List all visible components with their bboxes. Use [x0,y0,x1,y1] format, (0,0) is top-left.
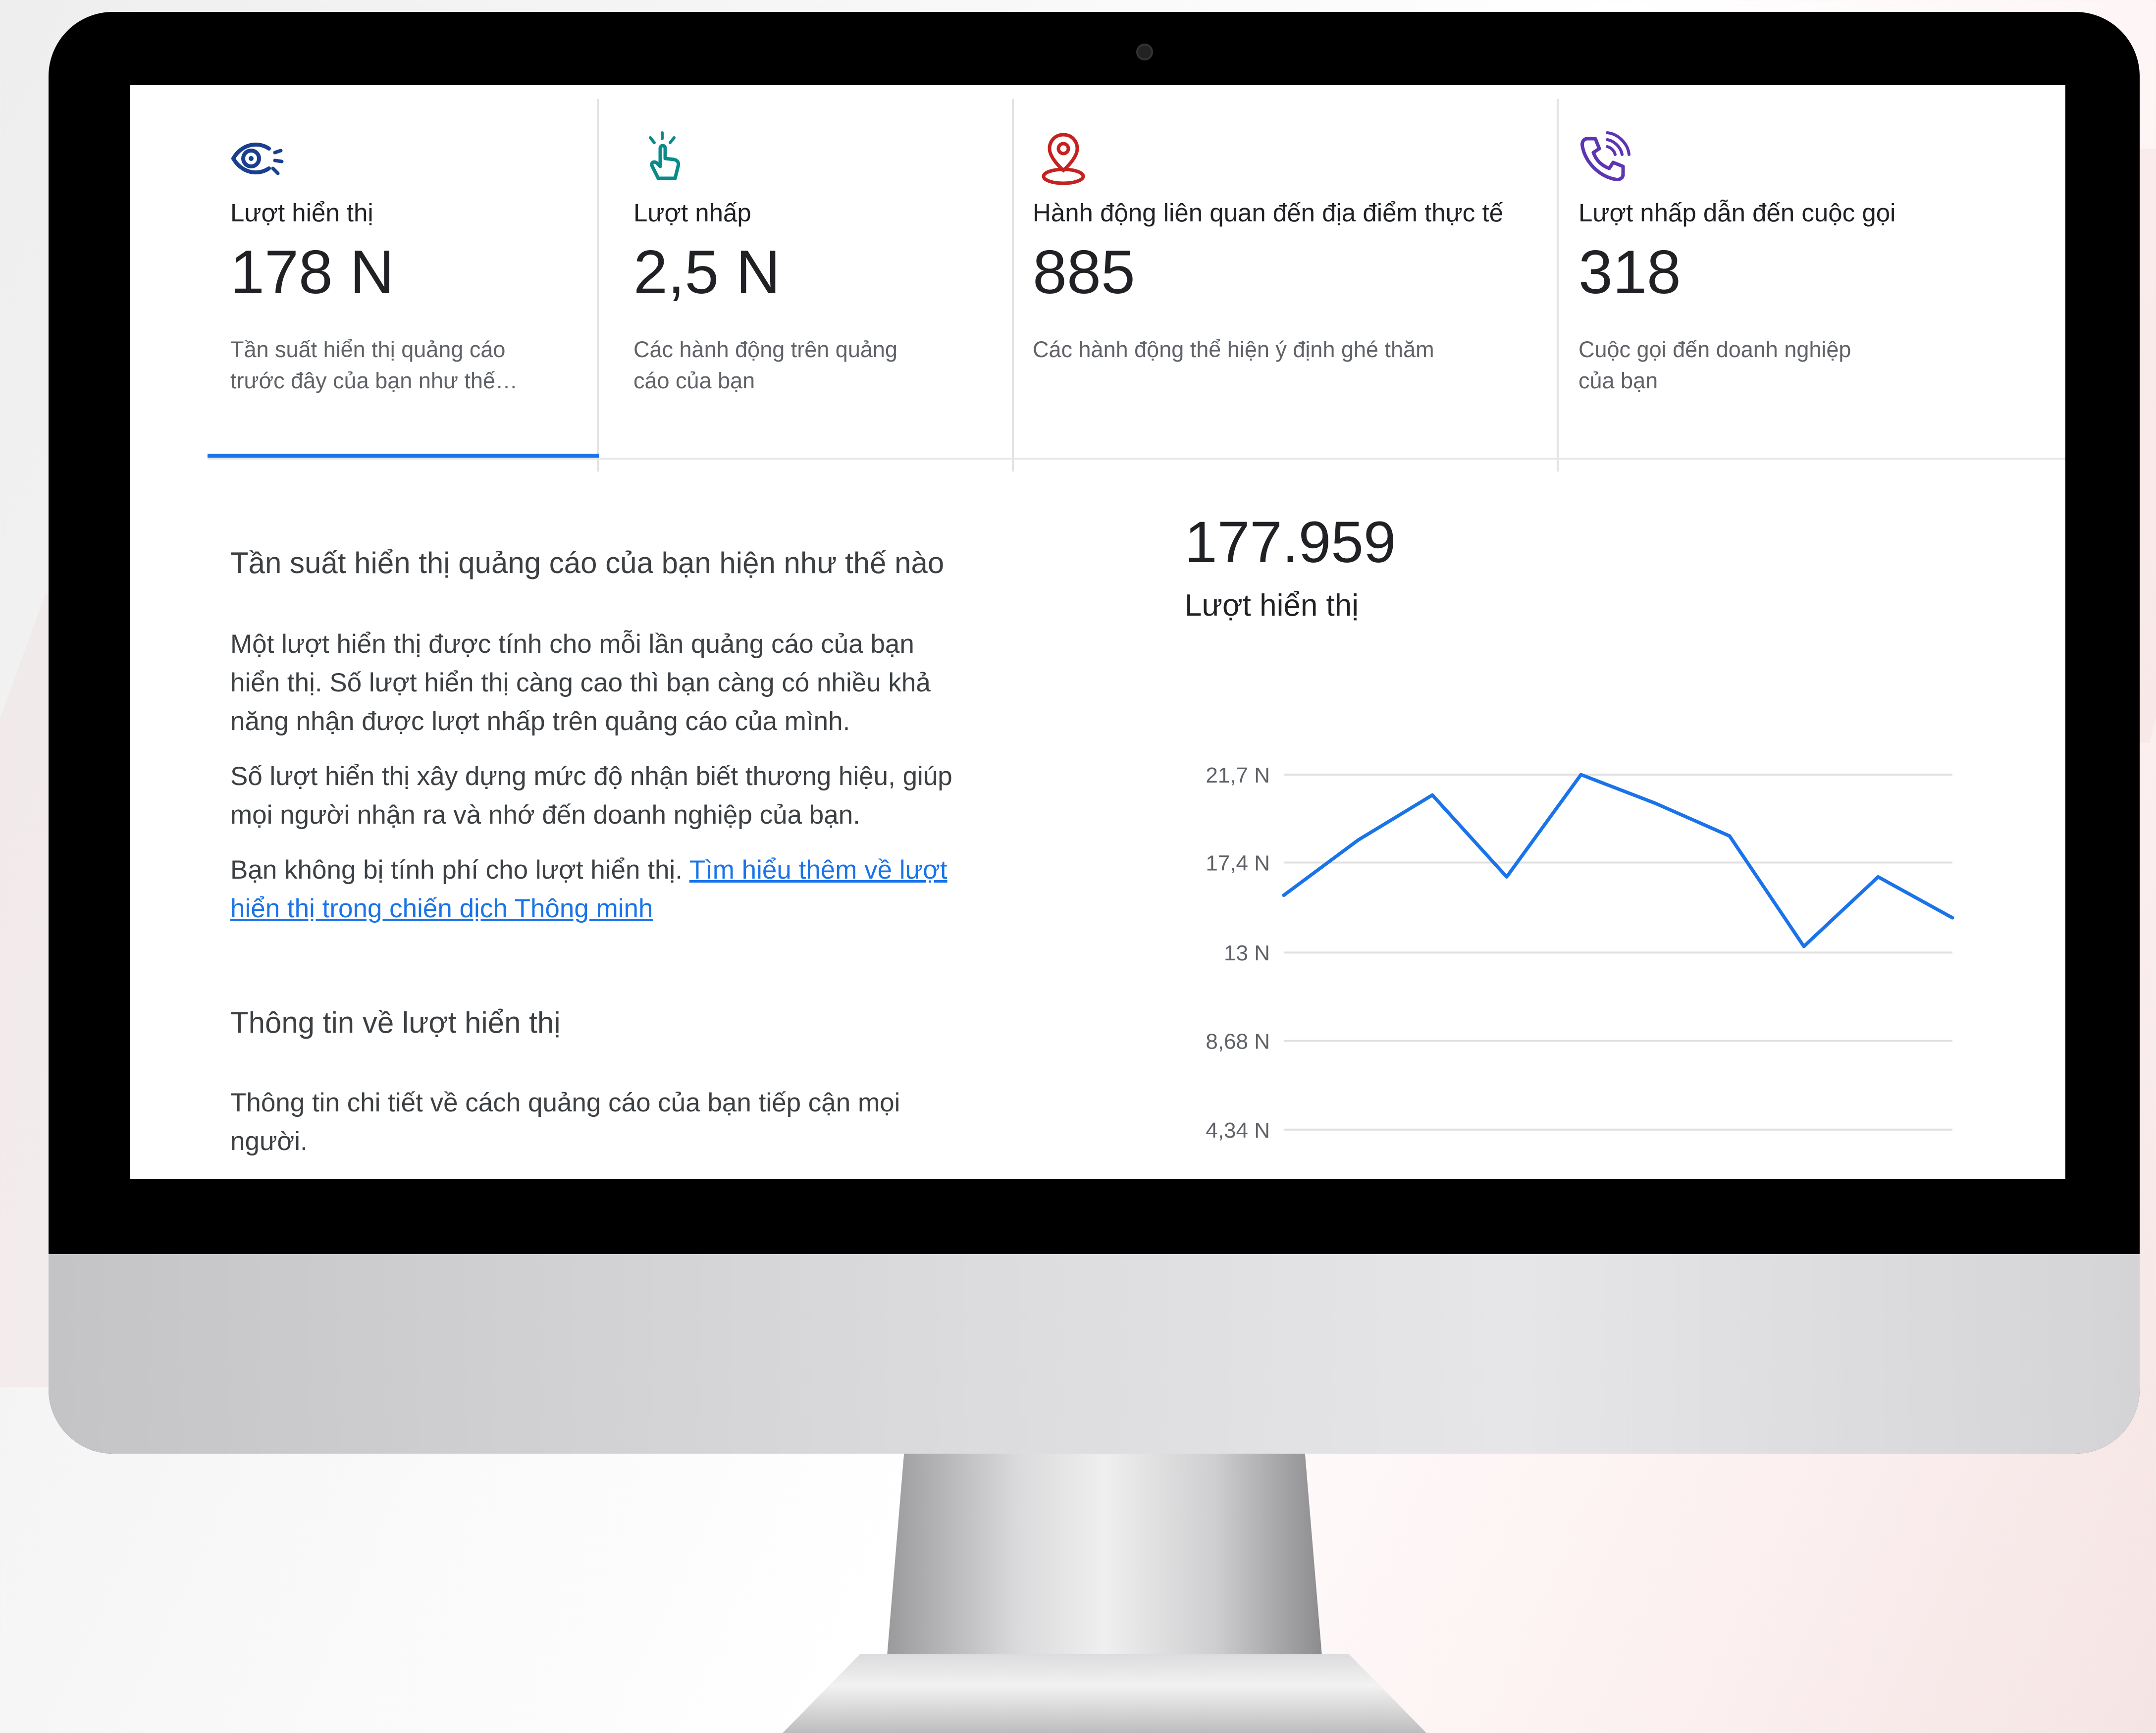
impressions-info-paragraph: Thông tin chi tiết về cách quảng cáo của… [230,1084,1023,1161]
metric-label: Lượt hiển thị [230,199,373,227]
metric-card-call-clicks[interactable]: Lượt nhấp dẫn đến cuộc gọi 318 Cuộc gọi … [1559,99,2065,472]
monitor-stand-neck [887,1454,1322,1662]
metric-label: Lượt nhấp [633,199,751,227]
metric-description-line: trước đây của bạn như thế… [230,368,518,393]
info-line: Thông tin chi tiết về cách quảng cáo của… [230,1088,900,1117]
eye-icon [231,142,284,175]
y-tick-label: 4,34 N [1206,1118,1270,1143]
impressions-info-title: Thông tin về lượt hiển thị [230,1006,561,1039]
metric-description: Cuộc gọi đến doanh nghiệp của bạn [1578,334,1851,396]
series-line [1282,773,1954,948]
y-tick-label: 21,7 N [1206,763,1270,788]
info-line: Một lượt hiển thị được tính cho mỗi lần … [230,630,914,659]
monitor-chin [49,1254,2140,1454]
location-pin-icon [1042,133,1085,185]
total-impressions: 177.959 [1185,510,1396,575]
metric-value: 2,5 N [633,238,781,307]
chart-title: Lượt hiển thị [1185,588,1359,623]
metric-description-line: của bạn [1578,368,1658,393]
info-line: người. [230,1127,308,1156]
metric-value: 885 [1033,238,1135,307]
metric-label: Lượt nhấp dẫn đến cuộc gọi [1578,199,1896,227]
metric-description-line: Tần suất hiển thị quảng cáo [230,337,506,362]
metric-card-location-actions[interactable]: Hành động liên quan đến địa điểm thực tế… [1014,99,1559,472]
impressions-line-chart: 21,7 N17,4 N13 N8,68 N4,34 N01 th6 th10 … [1206,763,1954,1143]
y-tick-label: 17,4 N [1206,851,1270,876]
active-tab-indicator [208,454,599,458]
phone-call-icon [1580,131,1630,181]
tabs-divider [208,458,2065,460]
metric-card-clicks[interactable]: Lượt nhấp 2,5 N Các hành động trên quảng… [599,99,1014,472]
tap-hand-icon [649,131,681,180]
info-paragraph: Bạn không bị tính phí cho lượt hiển thị.… [230,851,1023,928]
info-line: Số lượt hiển thị xây dựng mức độ nhận bi… [230,762,952,791]
monitor-stand-base [783,1654,1426,1733]
info-paragraph: Số lượt hiển thị xây dựng mức độ nhận bi… [230,757,1023,835]
screen: Lượt hiển thị 178 N Tần suất hiển thị qu… [130,85,2065,1179]
metric-value: 178 N [230,238,394,307]
learn-more-link[interactable]: Tìm hiểu thêm về lượt [689,855,947,885]
metric-label: Hành động liên quan đến địa điểm thực tế [1033,199,1503,227]
info-line: Bạn không bị tính phí cho lượt hiển thị.… [230,851,1023,890]
metric-description: Tần suất hiển thị quảng cáo trước đây củ… [230,334,518,396]
metric-description-line: Các hành động trên quảng [633,337,897,362]
info-paragraph: Một lượt hiển thị được tính cho mỗi lần … [230,625,1023,741]
y-tick-label: 13 N [1224,941,1270,965]
metric-description: Các hành động trên quảng cáo của bạn [633,334,897,396]
metric-value: 318 [1578,238,1681,307]
info-title: Tần suất hiển thị quảng cáo của bạn hiện… [230,546,945,579]
metric-description: Các hành động thể hiện ý định ghé thăm [1033,334,1434,365]
metric-card-impressions[interactable]: Lượt hiển thị 178 N Tần suất hiển thị qu… [208,99,599,472]
metric-description-line: Các hành động thể hiện ý định ghé thăm [1033,337,1434,362]
info-line: hiển thị trong chiến dịch Thông minh [230,890,1023,928]
y-tick-label: 8,68 N [1206,1030,1270,1054]
info-line: mọi người nhận ra và nhớ đến doanh nghiệ… [230,800,860,830]
info-line: hiển thị. Số lượt hiển thị càng cao thì … [230,668,931,697]
info-text: Bạn không bị tính phí cho lượt hiển thị. [230,855,689,885]
learn-more-link[interactable]: hiển thị trong chiến dịch Thông minh [230,894,653,923]
camera-icon [1136,44,1153,60]
metric-description-line: Cuộc gọi đến doanh nghiệp [1578,337,1851,362]
info-line: năng nhận được lượt nhấp trên quảng cáo … [230,707,850,736]
metric-description-line: cáo của bạn [633,368,755,393]
